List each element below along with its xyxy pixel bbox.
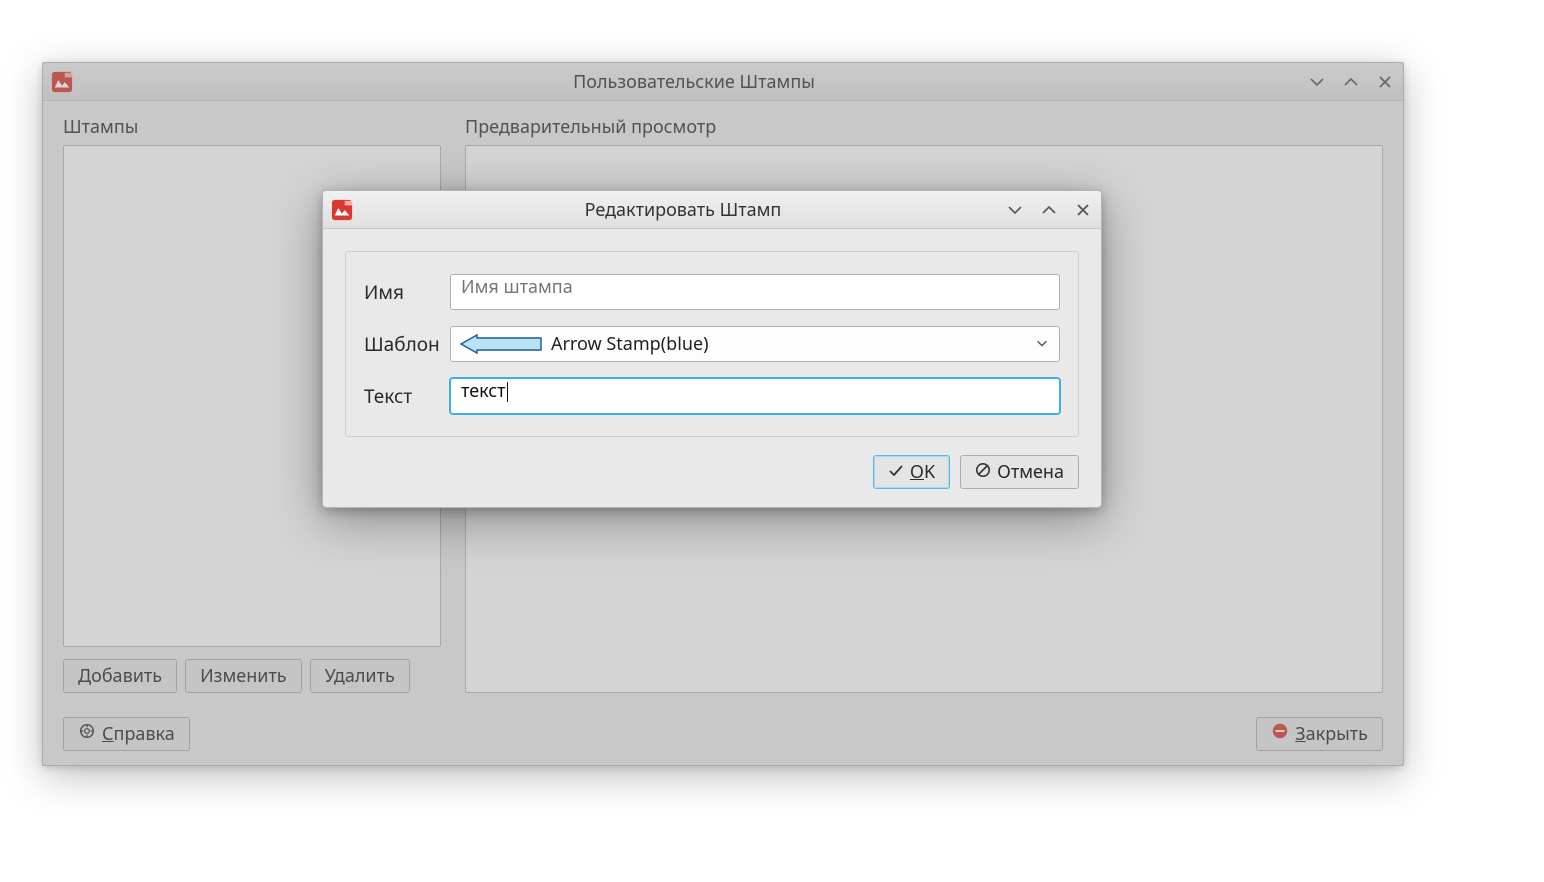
dialog-window-controls [1005, 200, 1093, 220]
stamps-buttons: Добавить Изменить Удалить [63, 659, 441, 693]
cancel-button[interactable]: Отмена [960, 455, 1079, 489]
dialog-titlebar: Редактировать Штамп [323, 191, 1101, 229]
maximize-button[interactable] [1341, 72, 1361, 92]
close-icon [1271, 722, 1289, 746]
name-input-value: Имя штампа [461, 275, 573, 299]
add-button[interactable]: Добавить [63, 659, 177, 693]
help-button-label: Справка [102, 722, 175, 746]
delete-button[interactable]: Удалить [310, 659, 410, 693]
text-input[interactable]: текст [450, 378, 1060, 414]
chevron-down-icon [1035, 332, 1049, 356]
dialog-title: Редактировать Штамп [361, 198, 1005, 222]
template-selected-label: Arrow Stamp(blue) [551, 332, 709, 356]
edit-stamp-dialog: Редактировать Штамп Имя Имя штампа Шабло… [322, 190, 1102, 508]
dialog-app-icon [331, 199, 353, 221]
edit-button[interactable]: Изменить [185, 659, 302, 693]
row-name: Имя Имя штампа [364, 274, 1060, 310]
template-combobox[interactable]: Arrow Stamp(blue) [450, 326, 1060, 362]
app-icon [51, 71, 73, 93]
template-label: Шаблон [364, 331, 450, 357]
name-label: Имя [364, 279, 450, 305]
name-input[interactable]: Имя штампа [450, 274, 1060, 310]
dialog-footer: OK Отмена [323, 455, 1101, 507]
arrow-stamp-icon [459, 333, 543, 355]
minimize-button[interactable] [1307, 72, 1327, 92]
main-window-controls [1307, 72, 1395, 92]
help-icon [78, 722, 96, 746]
main-titlebar: Пользовательские Штампы [43, 63, 1403, 101]
ok-button[interactable]: OK [873, 455, 950, 489]
preview-label: Предварительный просмотр [465, 115, 1383, 139]
text-label: Текст [364, 383, 450, 409]
cancel-icon [975, 460, 991, 484]
arrow-shape [461, 335, 541, 353]
dialog-minimize-button[interactable] [1005, 200, 1025, 220]
stamps-label: Штампы [63, 115, 441, 139]
close-main-button-label: Закрыть [1295, 722, 1368, 746]
main-window-title: Пользовательские Штампы [81, 70, 1307, 94]
close-main-button[interactable]: Закрыть [1256, 717, 1383, 751]
edit-stamp-form: Имя Имя штампа Шаблон Arrow Stamp(blue) [345, 251, 1079, 437]
cancel-button-label: Отмена [997, 460, 1064, 484]
bottom-row: Справка Закрыть [63, 717, 1383, 751]
close-button[interactable] [1375, 72, 1395, 92]
dialog-body: Имя Имя штампа Шаблон Arrow Stamp(blue) [323, 229, 1101, 455]
text-input-value: текст [461, 379, 506, 403]
row-text: Текст текст [364, 378, 1060, 414]
check-icon [888, 460, 904, 484]
row-template: Шаблон Arrow Stamp(blue) [364, 326, 1060, 362]
help-button[interactable]: Справка [63, 717, 190, 751]
dialog-close-button[interactable] [1073, 200, 1093, 220]
text-cursor [507, 382, 508, 402]
dialog-maximize-button[interactable] [1039, 200, 1059, 220]
ok-button-label: OK [910, 460, 935, 484]
